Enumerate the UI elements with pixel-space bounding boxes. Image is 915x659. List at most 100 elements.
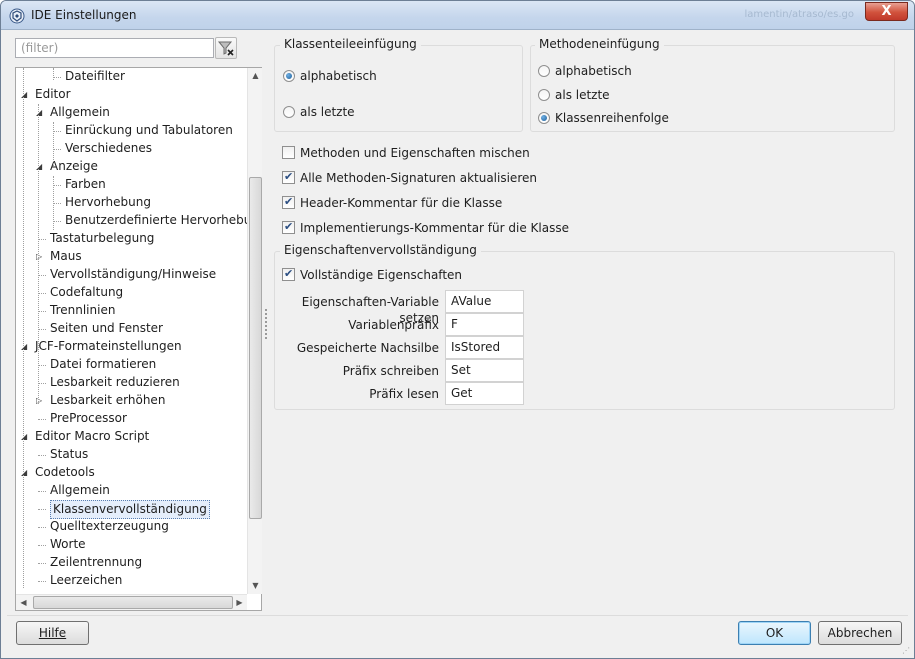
tree-guide-line xyxy=(53,77,61,78)
tree-guide-line xyxy=(38,311,46,312)
input-value: Set xyxy=(451,363,471,377)
stored-suffix-label: Gespeicherte Nachsilbe xyxy=(296,341,439,355)
tree-horizontal-scroll-thumb[interactable] xyxy=(33,596,233,609)
tree-item[interactable]: ◢ Allgemein xyxy=(16,104,247,121)
tree-item[interactable]: Status xyxy=(16,446,247,463)
collapsed-triangle-icon[interactable]: ▷ xyxy=(36,248,42,265)
expanded-triangle-icon[interactable]: ◢ xyxy=(21,338,27,355)
scroll-right-icon[interactable]: ▶ xyxy=(232,595,247,610)
tree-guide-line xyxy=(38,563,46,564)
tree-item-label: Tastaturbelegung xyxy=(50,231,155,245)
variable-prefix-label: Variablenpräfix xyxy=(348,318,439,332)
tree-item-label: Quelltexterzeugung xyxy=(50,519,169,533)
tree-guide-line xyxy=(53,68,54,80)
tree-item-label: Codefaltung xyxy=(50,285,124,299)
radio-alphabetical-indicator xyxy=(283,70,295,82)
expanded-triangle-icon[interactable]: ◢ xyxy=(21,86,27,103)
tree-guide-line xyxy=(38,329,46,330)
tree-guide-line xyxy=(38,545,46,546)
ok-button-label: OK xyxy=(765,626,784,640)
cancel-button-label: Abbrechen xyxy=(827,626,893,640)
expanded-triangle-icon[interactable]: ◢ xyxy=(21,428,27,445)
tree-item[interactable]: Dateifilter xyxy=(16,68,247,85)
ok-button[interactable]: OK xyxy=(738,621,811,645)
expanded-triangle-icon[interactable]: ◢ xyxy=(21,464,27,481)
tree-item[interactable]: Codefaltung xyxy=(16,284,247,301)
tree-item[interactable]: Tastaturbelegung xyxy=(16,230,247,247)
property-variable-label: Eigenschaften-Variable setzen xyxy=(301,295,439,325)
scroll-down-icon[interactable]: ▼ xyxy=(248,578,263,593)
checkbox-indicator xyxy=(282,169,295,185)
expanded-triangle-icon[interactable]: ◢ xyxy=(36,104,42,121)
options-tree[interactable]: Dateifilter ◢ Editor ◢ Allgemein Einrückung u… xyxy=(15,67,262,611)
scroll-up-icon[interactable]: ▲ xyxy=(248,68,263,83)
collapsed-triangle-icon[interactable]: ▷ xyxy=(36,392,42,409)
checkbox-label: Vollständige Eigenschaften xyxy=(300,268,463,282)
tree-item[interactable]: Trennlinien xyxy=(16,302,247,319)
clear-filter-button[interactable] xyxy=(215,37,237,59)
stored-suffix-input[interactable]: IsStored xyxy=(445,336,524,359)
radio-label: Klassenreihenfolge xyxy=(555,111,669,125)
checkbox-label: Implementierungs-Kommentar für die Klass… xyxy=(300,221,569,235)
tree-horizontal-scrollbar[interactable]: ◀ ▶ xyxy=(16,594,247,610)
checkbox-label: Methoden und Eigenschaften mischen xyxy=(300,146,530,160)
tree-guide-line xyxy=(38,104,39,404)
tree-item[interactable]: PreProcessor xyxy=(16,410,247,427)
tree-item[interactable]: Farben xyxy=(16,176,247,193)
cancel-button[interactable]: Abbrechen xyxy=(818,621,902,645)
tree-item-label: Lesbarkeit reduzieren xyxy=(50,375,180,389)
tree-item[interactable]: ◢ Codetools xyxy=(16,464,247,481)
property-completion-title: Eigenschaftenvervollständigung xyxy=(280,243,481,257)
resize-grip-icon[interactable]: ⋰ xyxy=(902,646,912,656)
help-button[interactable]: Hilfe xyxy=(16,621,89,645)
title-bar[interactable]: IDE Einstellungen lamentin/atraso/es.go … xyxy=(1,1,914,30)
property-variable-input[interactable]: AValue xyxy=(445,290,524,313)
window-title: IDE Einstellungen xyxy=(31,8,137,22)
tree-item-label: Verschiedenes xyxy=(65,141,153,155)
radio-label: als letzte xyxy=(300,105,355,119)
write-prefix-input[interactable]: Set xyxy=(445,359,524,382)
tree-item[interactable]: Seiten und Fenster xyxy=(16,320,247,337)
checkbox-label: Alle Methoden-Signaturen aktualisieren xyxy=(300,171,537,185)
tree-item-label: Editor xyxy=(35,87,71,101)
tree-item[interactable]: ▷ Lesbarkeit erhöhen xyxy=(16,392,247,409)
read-prefix-input[interactable]: Get xyxy=(445,382,524,405)
tree-item[interactable]: ◢ Anzeige xyxy=(16,158,247,175)
tree-guide-line xyxy=(38,293,46,294)
tree-item[interactable]: Quelltexterzeugung xyxy=(16,518,247,535)
radio-label: alphabetisch xyxy=(555,64,632,78)
tree-item[interactable]: Klassenvervollständigung xyxy=(16,500,247,519)
tree-item[interactable]: ◢ JCF-Formateinstellungen xyxy=(16,338,247,355)
tree-item[interactable]: Allgemein xyxy=(16,482,247,499)
tree-item-label: Allgemein xyxy=(50,483,110,497)
variable-prefix-input[interactable]: F xyxy=(445,313,524,336)
tree-item-label: Editor Macro Script xyxy=(35,429,150,443)
close-button[interactable]: X xyxy=(865,2,908,21)
tree-item[interactable]: Einrückung und Tabulatoren xyxy=(16,122,247,139)
scroll-left-icon[interactable]: ◀ xyxy=(16,595,31,610)
tree-item[interactable]: Verschiedenes xyxy=(16,140,247,157)
checkbox-indicator xyxy=(282,194,295,210)
read-prefix-label: Präfix lesen xyxy=(369,387,439,401)
tree-item[interactable]: Worte xyxy=(16,536,247,553)
tree-item[interactable]: Benutzerdefinierte Hervorhebung xyxy=(16,212,247,229)
tree-item-label: Vervollständigung/Hinweise xyxy=(50,267,217,281)
tree-item[interactable]: Hervorhebung xyxy=(16,194,247,211)
tree-item-label: Lesbarkeit erhöhen xyxy=(50,393,166,407)
tree-item[interactable]: ◢ Editor Macro Script xyxy=(16,428,247,445)
tree-item[interactable]: Lesbarkeit reduzieren xyxy=(16,374,247,391)
tree-item[interactable]: Vervollständigung/Hinweise xyxy=(16,266,247,283)
tree-item[interactable]: ▷ Maus xyxy=(16,248,247,265)
tree-item[interactable]: Datei formatieren xyxy=(16,356,247,373)
expanded-triangle-icon[interactable]: ◢ xyxy=(36,158,42,175)
tree-item[interactable]: Zeilentrennung xyxy=(16,554,247,571)
tree-guide-line xyxy=(38,581,46,582)
class-insertion-title: Klassenteileeinfügung xyxy=(280,37,421,51)
filter-input[interactable]: (filter) xyxy=(15,38,214,58)
tree-item[interactable]: ◢ Editor xyxy=(16,86,247,103)
radio-class-order-indicator xyxy=(538,112,550,124)
tree-item-label: Zeilentrennung xyxy=(50,555,143,569)
tree-item[interactable]: Leerzeichen xyxy=(16,572,247,589)
write-prefix-label: Präfix schreiben xyxy=(342,364,439,378)
tree-item-label: Worte xyxy=(50,537,86,551)
